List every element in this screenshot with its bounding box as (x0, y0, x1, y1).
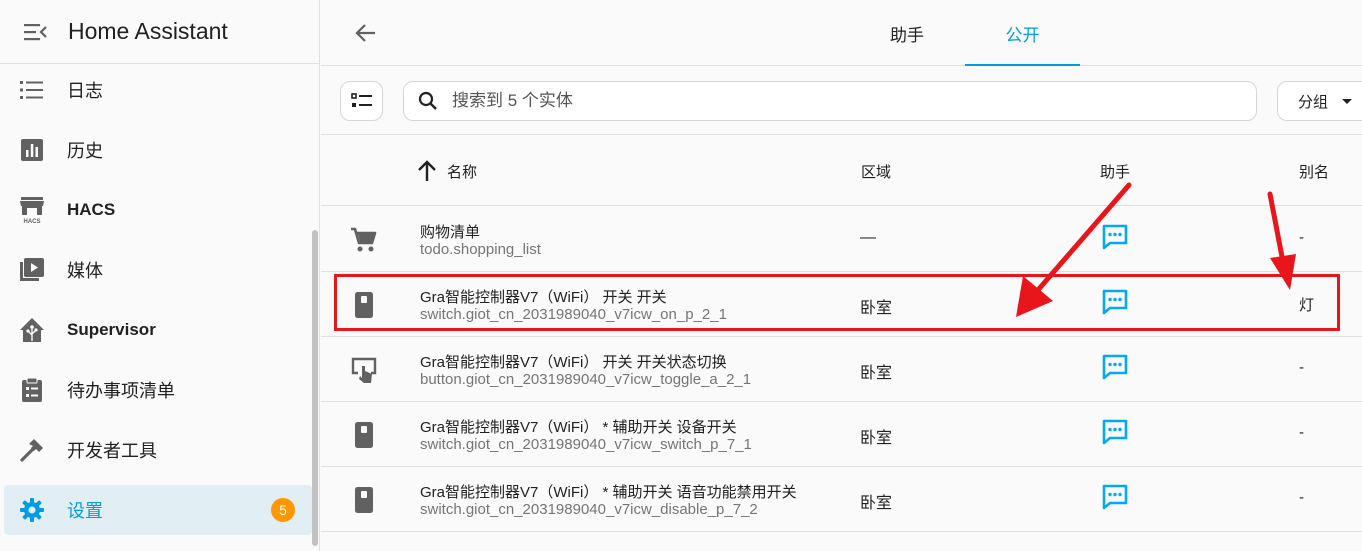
column-header-assistants[interactable]: 助手 (1100, 136, 1130, 206)
tab-assistants[interactable]: 助手 (855, 0, 959, 66)
entity-alias: 灯 (1299, 297, 1315, 314)
sidebar-item-label: HACS (67, 200, 116, 219)
table-row[interactable]: 购物清单 todo.shopping_list — - (321, 207, 1362, 272)
assist-exposed-icon[interactable] (1101, 288, 1129, 316)
sidebar-header: Home Assistant (0, 0, 319, 64)
entity-id: button.giot_cn_2031989040_v7icw_toggle_a… (420, 371, 752, 388)
sidebar-item-settings[interactable]: 设置 5 (4, 485, 312, 535)
hammer-icon (18, 436, 46, 464)
menu-collapse-button[interactable] (20, 17, 50, 47)
chart-bar-icon (18, 136, 46, 164)
top-app-bar: 助手 公开 (321, 0, 1362, 66)
sidebar-item-label: 日志 (67, 81, 103, 101)
search-input[interactable] (452, 91, 1232, 111)
table-row[interactable]: Gra智能控制器V7（WiFi） * 辅助开关 设备开关 switch.giot… (321, 402, 1362, 467)
assist-exposed-icon[interactable] (1101, 353, 1129, 381)
entity-area: 卧室 (860, 430, 893, 447)
clipboard-list-icon (18, 376, 46, 404)
gesture-tap-button-icon (349, 355, 379, 385)
arrow-left-icon (355, 24, 375, 42)
list-icon (18, 76, 46, 104)
switch-icon (349, 420, 379, 450)
sidebar-scrollbar[interactable] (312, 230, 318, 546)
assist-exposed-icon[interactable] (1101, 418, 1129, 446)
column-header-area[interactable]: 区域 (861, 136, 891, 206)
entity-alias: - (1299, 359, 1304, 376)
entity-alias: - (1299, 229, 1304, 246)
app-title: Home Assistant (68, 18, 228, 44)
sidebar-item-label: 设置 (67, 501, 103, 521)
sidebar-item-label: 历史 (67, 141, 103, 161)
table-row[interactable]: Gra智能控制器V7（WiFi） * 辅助开关 语音功能禁用开关 switch.… (321, 467, 1362, 532)
sidebar-item-todo[interactable]: 待办事项清单 (4, 365, 312, 415)
sort-arrow-up-icon (417, 160, 439, 182)
entity-area: 卧室 (860, 365, 893, 382)
play-box-multiple-icon (18, 256, 46, 284)
cart-icon (349, 225, 379, 255)
entity-name: 购物清单 (420, 224, 481, 241)
column-header-name[interactable]: 名称 (417, 136, 477, 206)
table-row[interactable]: Gra智能控制器V7（WiFi） 开关 开关 switch.giot_cn_20… (321, 272, 1362, 337)
notification-badge: 5 (271, 498, 295, 522)
sidebar-item-developer-tools[interactable]: 开发者工具 (4, 425, 312, 475)
assist-exposed-icon[interactable] (1101, 223, 1129, 251)
entity-area: 卧室 (860, 300, 893, 317)
entity-name: Gra智能控制器V7（WiFi） 开关 开关状态切换 (420, 354, 727, 371)
entity-id: switch.giot_cn_2031989040_v7icw_switch_p… (420, 436, 752, 453)
filter-toolbar: 分组 (321, 67, 1362, 135)
sidebar-item-logbook[interactable]: 日志 (4, 65, 312, 115)
filter-button[interactable] (340, 81, 383, 121)
group-by-button[interactable]: 分组 (1277, 81, 1362, 121)
entity-area: — (860, 229, 876, 246)
hacs-store-icon: HACS (18, 196, 46, 224)
sidebar: Home Assistant 日志 历史 HACS HACS 媒体 Superv… (0, 0, 320, 551)
switch-icon (349, 485, 379, 515)
search-icon (418, 90, 440, 112)
sidebar-item-label: 媒体 (67, 261, 103, 281)
sidebar-item-supervisor[interactable]: Supervisor (4, 305, 312, 355)
sidebar-item-media[interactable]: 媒体 (4, 245, 312, 295)
tab-exposed[interactable]: 公开 (965, 0, 1080, 66)
sidebar-item-hacs[interactable]: HACS HACS (4, 185, 312, 235)
column-label-name: 名称 (447, 163, 478, 181)
column-header-aliases[interactable]: 别名 (1299, 136, 1329, 206)
sidebar-item-history[interactable]: 历史 (4, 125, 312, 175)
filter-list-icon (350, 93, 372, 107)
switch-icon (349, 290, 379, 320)
back-button[interactable] (349, 16, 383, 50)
sidebar-item-label: 开发者工具 (67, 441, 157, 461)
table-row[interactable]: Gra智能控制器V7（WiFi） 开关 开关状态切换 button.giot_c… (321, 337, 1362, 402)
search-box[interactable] (403, 81, 1257, 121)
caret-down-icon (1342, 98, 1353, 104)
home-assistant-icon (18, 316, 46, 344)
entity-id: switch.giot_cn_2031989040_v7icw_disable_… (420, 501, 758, 518)
menu-open-icon (24, 23, 47, 40)
sidebar-item-label: 待办事项清单 (67, 381, 175, 401)
svg-text:HACS: HACS (23, 219, 40, 224)
group-by-label: 分组 (1298, 93, 1329, 111)
entity-alias: - (1299, 489, 1304, 506)
entity-name: Gra智能控制器V7（WiFi） 开关 开关 (420, 289, 667, 306)
main-content: 助手 公开 搜索到 5 个实体 分组 名称 区域 助手 别名 购物清单 todo… (321, 0, 1362, 551)
cog-icon (18, 496, 46, 524)
entity-name: Gra智能控制器V7（WiFi） * 辅助开关 语音功能禁用开关 (420, 484, 797, 501)
entity-area: 卧室 (860, 495, 893, 512)
entity-id: switch.giot_cn_2031989040_v7icw_on_p_2_1 (420, 306, 727, 323)
assist-exposed-icon[interactable] (1101, 483, 1129, 511)
entity-alias: - (1299, 424, 1304, 441)
sidebar-item-label: Supervisor (67, 320, 156, 339)
entity-name: Gra智能控制器V7（WiFi） * 辅助开关 设备开关 (420, 419, 737, 436)
sidebar-scrollbar-thumb[interactable] (312, 230, 318, 546)
table-header: 名称 区域 助手 别名 (321, 136, 1362, 206)
app: Home Assistant 日志 历史 HACS HACS 媒体 Superv… (0, 0, 1362, 551)
entity-id: todo.shopping_list (420, 241, 541, 258)
